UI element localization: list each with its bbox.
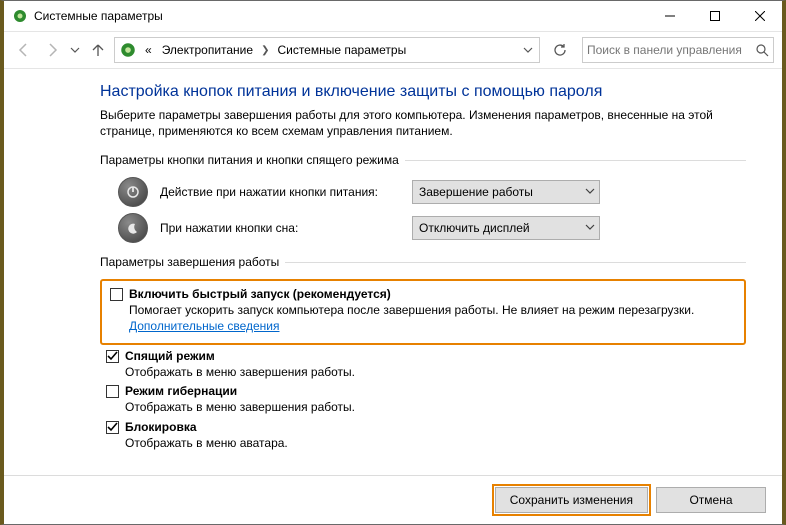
- option-description: Помогает ускорить запуск компьютера посл…: [129, 303, 736, 334]
- hibernate-checkbox[interactable]: [106, 385, 119, 398]
- save-button[interactable]: Сохранить изменения: [495, 487, 648, 513]
- section-shutdown-settings: Параметры завершения работы: [100, 255, 746, 269]
- option-hibernate: Режим гибернации Отображать в меню завер…: [106, 384, 746, 416]
- sleep-checkbox[interactable]: [106, 350, 119, 363]
- select-value: Отключить дисплей: [419, 221, 530, 235]
- section-label: Параметры завершения работы: [100, 255, 279, 269]
- option-description: Отображать в меню завершения работы.: [125, 400, 746, 416]
- page-title: Настройка кнопок питания и включение защ…: [100, 83, 746, 101]
- search-icon[interactable]: [751, 38, 773, 62]
- section-power-buttons: Параметры кнопки питания и кнопки спящег…: [100, 153, 746, 167]
- lock-checkbox[interactable]: [106, 421, 119, 434]
- highlight-fast-startup: Включить быстрый запуск (рекомендуется) …: [100, 279, 746, 344]
- row-power-button: Действие при нажатии кнопки питания: Зав…: [118, 177, 746, 207]
- option-title: Режим гибернации: [125, 384, 237, 398]
- location-icon: [119, 41, 137, 59]
- select-value: Завершение работы: [419, 185, 533, 199]
- option-sleep: Спящий режим Отображать в меню завершени…: [106, 349, 746, 381]
- recent-locations-button[interactable]: [68, 45, 82, 55]
- sleep-button-label: При нажатии кнопки сна:: [160, 221, 400, 235]
- address-dropdown-button[interactable]: [519, 38, 537, 62]
- row-sleep-button: При нажатии кнопки сна: Отключить диспле…: [118, 213, 746, 243]
- search-box[interactable]: [582, 37, 774, 63]
- up-button[interactable]: [86, 38, 110, 62]
- option-title: Спящий режим: [125, 349, 215, 363]
- sleep-icon: [118, 213, 148, 243]
- option-title: Включить быстрый запуск (рекомендуется): [129, 287, 391, 301]
- fast-startup-checkbox[interactable]: [110, 288, 123, 301]
- chevron-right-icon: ❯: [259, 45, 271, 56]
- option-title: Блокировка: [125, 420, 197, 434]
- power-icon: [118, 177, 148, 207]
- maximize-button[interactable]: [692, 1, 737, 31]
- caption-buttons: [647, 1, 782, 31]
- forward-button[interactable]: [40, 38, 64, 62]
- option-fast-startup: Включить быстрый запуск (рекомендуется) …: [110, 287, 736, 334]
- sleep-button-action-select[interactable]: Отключить дисплей: [412, 216, 600, 240]
- chevron-down-icon: [585, 185, 595, 199]
- content-area: Настройка кнопок питания и включение защ…: [4, 69, 782, 475]
- option-description: Отображать в меню аватара.: [125, 436, 746, 452]
- option-lock: Блокировка Отображать в меню аватара.: [106, 420, 746, 452]
- app-icon: [12, 8, 28, 24]
- breadcrumb-seg-2[interactable]: Системные параметры: [273, 38, 410, 62]
- chevron-down-icon: [585, 221, 595, 235]
- titlebar: Системные параметры: [4, 1, 782, 32]
- refresh-button[interactable]: [546, 37, 574, 63]
- breadcrumb-seg-1[interactable]: Электропитание: [158, 38, 257, 62]
- power-button-action-select[interactable]: Завершение работы: [412, 180, 600, 204]
- breadcrumb-root[interactable]: «: [141, 38, 156, 62]
- footer: Сохранить изменения Отмена: [4, 475, 782, 524]
- learn-more-link[interactable]: Дополнительные сведения: [129, 319, 279, 333]
- option-description: Отображать в меню завершения работы.: [125, 365, 746, 381]
- power-button-label: Действие при нажатии кнопки питания:: [160, 185, 400, 199]
- minimize-button[interactable]: [647, 1, 692, 31]
- divider: [405, 160, 746, 161]
- window: Системные параметры: [0, 0, 786, 525]
- navbar: « Электропитание ❯ Системные параметры: [4, 32, 782, 69]
- back-button[interactable]: [12, 38, 36, 62]
- divider: [285, 262, 746, 263]
- search-input[interactable]: [583, 38, 751, 62]
- address-bar[interactable]: « Электропитание ❯ Системные параметры: [114, 37, 540, 63]
- page-description: Выберите параметры завершения работы для…: [100, 107, 746, 139]
- section-label: Параметры кнопки питания и кнопки спящег…: [100, 153, 399, 167]
- cancel-button[interactable]: Отмена: [656, 487, 766, 513]
- window-title: Системные параметры: [34, 9, 647, 23]
- close-button[interactable]: [737, 1, 782, 31]
